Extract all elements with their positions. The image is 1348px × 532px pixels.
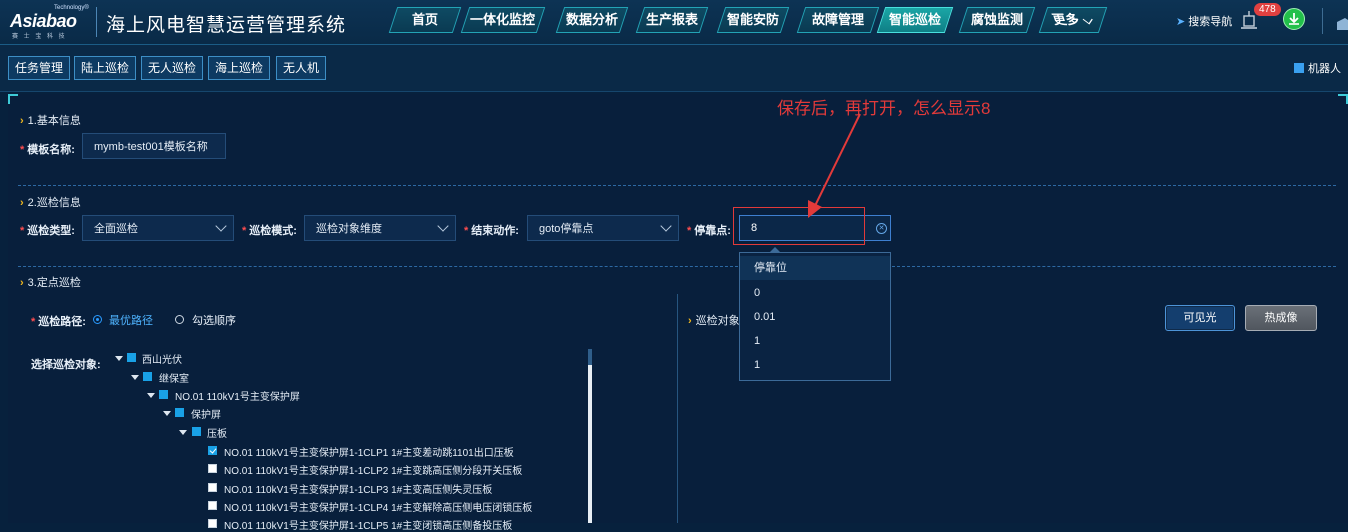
tree-node[interactable]: 继保室	[159, 370, 189, 385]
top-bar: Technology® Asiabao 赛 士 宝 科 技 海上风电智慧运营管理…	[0, 0, 1348, 45]
section-divider	[892, 266, 1336, 267]
nav-fault-management[interactable]: 故障管理	[796, 7, 880, 33]
section-fixed-point-title: › 3.定点巡检	[20, 277, 81, 289]
expand-icon[interactable]	[147, 393, 155, 398]
tree-checkbox[interactable]	[159, 390, 168, 399]
dropdown-option[interactable]: 0.01	[754, 311, 775, 323]
expand-icon[interactable]	[163, 411, 171, 416]
title-divider	[96, 7, 97, 37]
template-name-label: * 模板名称:	[20, 144, 75, 156]
nav-smart-inspection[interactable]: 智能巡检	[876, 7, 954, 33]
tab-drone[interactable]: 无人机	[276, 56, 327, 80]
clear-icon[interactable]: ✕	[876, 223, 887, 234]
tab-land-inspection[interactable]: 陆上巡检	[74, 56, 137, 80]
logo-brand-text: Asiabao	[10, 11, 77, 31]
tree-checkbox[interactable]	[208, 519, 217, 528]
grid-icon	[1294, 63, 1304, 73]
stop-point-label: * 停靠点:	[687, 225, 731, 237]
expand-icon[interactable]	[179, 430, 187, 435]
dropdown-option[interactable]: 1	[754, 359, 760, 371]
thermal-imaging-button[interactable]: 热成像	[1245, 305, 1317, 331]
inspection-mode-label: * 巡检模式:	[242, 225, 297, 237]
dropdown-option[interactable]: 0	[754, 287, 760, 299]
tree-leaf[interactable]: NO.01 110kV1号主变保护屏1-1CLP4 1#主变解除高压侧电压闭锁压…	[224, 499, 532, 514]
robot-label: 机器人	[1308, 63, 1341, 75]
nav-corrosion-monitoring[interactable]: 腐蚀监测	[958, 7, 1036, 33]
tree-leaf[interactable]: NO.01 110kV1号主变保护屏1-1CLP5 1#主变闭锁高压侧备投压板	[224, 517, 512, 532]
radio-checked-order[interactable]	[175, 315, 184, 324]
tree-leaf[interactable]: NO.01 110kV1号主变保护屏1-1CLP3 1#主变高压侧失灵压板	[224, 481, 492, 496]
tree-leaf[interactable]: NO.01 110kV1号主变保护屏1-1CLP1 1#主变差动跳1101出口压…	[224, 444, 514, 459]
section-divider	[18, 266, 738, 267]
tree-node[interactable]: 压板	[207, 425, 227, 440]
nav-home[interactable]: 首页	[388, 7, 462, 33]
system-title: 海上风电智慧运营管理系统	[106, 15, 347, 36]
radio-optimal-route[interactable]	[93, 315, 102, 324]
stop-point-dropdown: 停靠位 0 0.01 1 1	[739, 252, 891, 381]
tree-leaf[interactable]: NO.01 110kV1号主变保护屏1-1CLP2 1#主变跳高压侧分段开关压板	[224, 462, 522, 477]
nav-production-report[interactable]: 生产报表	[635, 7, 709, 33]
frame-corner	[1338, 94, 1348, 104]
tree-checkbox[interactable]	[208, 446, 217, 455]
search-nav-label: 搜索导航	[1188, 16, 1233, 28]
scrollbar-thumb[interactable]	[588, 349, 592, 365]
tree-checkbox[interactable]	[208, 464, 217, 473]
header-divider	[1322, 8, 1323, 34]
chevron-down-icon	[215, 220, 227, 232]
section-divider	[18, 185, 1336, 186]
chevron-down-icon	[437, 220, 449, 232]
sub-nav-bar: 任务管理 陆上巡检 无人巡检 海上巡检 无人机 机器人	[0, 45, 1348, 92]
nav-smart-security[interactable]: 智能安防	[716, 7, 790, 33]
chevron-down-icon	[660, 220, 672, 232]
nav-more[interactable]: 更多 ⌵	[1038, 7, 1108, 33]
tree-checkbox[interactable]	[175, 408, 184, 417]
frame-corner	[8, 94, 18, 104]
search-nav-link[interactable]: ➤ 搜索导航	[1176, 13, 1232, 29]
tree-scrollbar[interactable]	[588, 349, 592, 523]
notification-badge: 478	[1254, 3, 1281, 16]
nav-data-analysis[interactable]: 数据分析	[555, 7, 629, 33]
annotation-arrow-icon	[808, 113, 861, 218]
tab-unmanned-inspection[interactable]: 无人巡检	[141, 56, 204, 80]
section-inspection-info-title: › 2.巡检信息	[20, 197, 81, 209]
send-icon: ➤	[1176, 16, 1186, 28]
panel-divider	[677, 294, 678, 523]
user-status-icon[interactable]	[1283, 8, 1305, 30]
section-basic-info-title: › 1.基本信息	[20, 115, 81, 127]
company-logo: Technology® Asiabao 赛 士 宝 科 技	[8, 5, 89, 40]
route-label: * 巡检路径:	[31, 316, 86, 328]
radio-checked-order-label[interactable]: 勾选顺序	[192, 312, 236, 328]
inspection-object-title: › 巡检对象	[688, 315, 740, 327]
tree-checkbox[interactable]	[127, 353, 136, 362]
robot-link[interactable]: 机器人	[1294, 60, 1341, 76]
expand-icon[interactable]	[115, 356, 123, 361]
inspection-type-select[interactable]: 全面巡检	[82, 215, 234, 241]
tree-checkbox[interactable]	[143, 372, 152, 381]
user-icon[interactable]	[1334, 10, 1348, 32]
tree-node[interactable]: 西山光伏	[142, 351, 182, 366]
dropdown-option[interactable]: 1	[754, 335, 760, 347]
expand-icon[interactable]	[131, 375, 139, 380]
nav-integrated-monitoring[interactable]: 一体化监控	[460, 7, 546, 33]
tree-checkbox[interactable]	[192, 427, 201, 436]
tab-offshore-inspection[interactable]: 海上巡检	[208, 56, 271, 80]
inspection-type-label: * 巡检类型:	[20, 225, 75, 237]
radio-optimal-route-label[interactable]: 最优路径	[109, 312, 153, 328]
end-action-select[interactable]: goto停靠点	[527, 215, 679, 241]
tab-task-management[interactable]: 任务管理	[8, 56, 71, 80]
tree-checkbox[interactable]	[208, 501, 217, 510]
logo-sub-text: 赛 士 宝 科 技	[12, 34, 67, 40]
tree-checkbox[interactable]	[208, 483, 217, 492]
inspection-mode-select[interactable]: 巡检对象维度	[304, 215, 456, 241]
select-object-label: 选择巡检对象:	[31, 359, 101, 371]
tree-node[interactable]: 保护屏	[191, 406, 221, 421]
template-name-field[interactable]: mymb-test001模板名称	[82, 133, 226, 159]
visible-light-button[interactable]: 可见光	[1165, 305, 1235, 331]
dropdown-option[interactable]: 停靠位	[740, 256, 890, 280]
end-action-label: * 结束动作:	[464, 225, 519, 237]
tree-node[interactable]: NO.01 110kV1号主变保护屏	[175, 388, 300, 403]
